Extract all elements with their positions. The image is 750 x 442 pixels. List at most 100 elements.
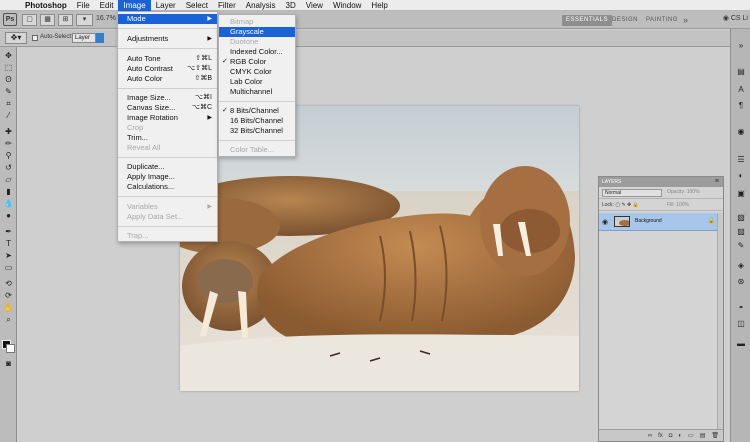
opacity-control[interactable]: Opacity: 100%	[667, 189, 700, 195]
blend-mode-dropdown[interactable]: Normal	[602, 189, 662, 197]
mode-item-duotone[interactable]: Duotone	[219, 37, 295, 47]
quick-select-tool-icon[interactable]: ✎	[3, 87, 14, 96]
auto-select-checkbox[interactable]	[32, 35, 38, 41]
mode-item-lab-color[interactable]: Lab Color	[219, 77, 295, 87]
menu-item-duplicate[interactable]: Duplicate...	[118, 162, 217, 172]
menu-3d[interactable]: 3D	[281, 0, 301, 11]
mode-item-16-bits[interactable]: 16 Bits/Channel	[219, 116, 295, 126]
auto-select-dropdown-arrow-icon[interactable]	[96, 33, 104, 43]
layers-panel-icon[interactable]: ▧	[735, 213, 747, 222]
mode-item-color-table[interactable]: Color Table...	[219, 145, 295, 155]
styles-panel-icon[interactable]: ▣	[735, 189, 747, 198]
brushes-panel-icon[interactable]: ◉	[735, 127, 747, 136]
marquee-tool-icon[interactable]: ⬚	[3, 63, 14, 72]
paragraph-panel-icon[interactable]: ¶	[735, 101, 747, 110]
bridge-icon[interactable]: ▢	[22, 14, 37, 26]
channels-panel-icon[interactable]: ▨	[735, 227, 747, 236]
layers-scrollbar[interactable]	[717, 213, 723, 429]
menu-layer[interactable]: Layer	[151, 0, 181, 11]
navigator-panel-icon[interactable]: ◓	[735, 303, 747, 312]
auto-select-dropdown[interactable]: Layer	[72, 33, 96, 43]
3d-rotate-tool-icon[interactable]: ⟲	[3, 279, 14, 288]
healing-brush-tool-icon[interactable]: ✚	[3, 127, 14, 136]
view-options-icon[interactable]: ▾	[76, 14, 93, 26]
histogram-panel-icon[interactable]: ▬	[735, 339, 747, 348]
clone-stamp-tool-icon[interactable]: ⚲	[3, 151, 14, 160]
adjustments-panel-icon[interactable]: ☰	[735, 155, 747, 164]
eraser-tool-icon[interactable]: ▱	[3, 175, 14, 184]
menu-item-image-size[interactable]: Image Size... ⌥⌘I	[118, 93, 217, 103]
mode-item-8-bits[interactable]: ✓ 8 Bits/Channel	[219, 106, 295, 116]
menu-item-calculations[interactable]: Calculations...	[118, 182, 217, 192]
new-group-icon[interactable]: ▭	[688, 432, 694, 439]
mode-item-bitmap[interactable]: Bitmap	[219, 17, 295, 27]
layer-style-icon[interactable]: fx	[658, 433, 663, 439]
gradient-tool-icon[interactable]: ▮	[3, 187, 14, 196]
fill-control[interactable]: Fill: 100%	[667, 202, 689, 208]
mode-item-rgb-color[interactable]: ✓ RGB Color	[219, 57, 295, 67]
workspace-essentials[interactable]: ESSENTIALS	[562, 15, 613, 26]
add-mask-icon[interactable]: ◘	[669, 433, 673, 439]
crop-tool-icon[interactable]: ⌗	[3, 99, 14, 108]
menu-item-auto-contrast[interactable]: Auto Contrast ⌥⇧⌘L	[118, 64, 217, 74]
mode-item-multichannel[interactable]: Multichannel	[219, 87, 295, 97]
menu-view[interactable]: View	[301, 0, 328, 11]
cs-live-button[interactable]: ◉ CS Li	[723, 14, 748, 22]
history-panel-icon[interactable]: ▤	[735, 67, 747, 76]
mode-item-32-bits[interactable]: 32 Bits/Channel	[219, 126, 295, 136]
3d-orbit-tool-icon[interactable]: ⟳	[3, 291, 14, 300]
menu-item-variables[interactable]: Variables ▶	[118, 202, 217, 212]
menu-help[interactable]: Help	[366, 0, 392, 11]
more-workspaces-button[interactable]: »	[683, 15, 689, 26]
shape-tool-icon[interactable]: ▭	[3, 263, 14, 272]
menu-item-mode[interactable]: Mode ▶	[118, 14, 217, 24]
delete-layer-icon[interactable]: 🗑	[711, 432, 719, 439]
layer-row-background[interactable]: ◉ Background 🔒	[599, 213, 723, 231]
layers-panel-header[interactable]: LAYERS ≡	[599, 177, 723, 187]
3d-panel-icon[interactable]: ◈	[735, 261, 747, 270]
dodge-tool-icon[interactable]: ●	[3, 211, 14, 220]
menu-item-trim[interactable]: Trim...	[118, 133, 217, 143]
app-menu[interactable]: Photoshop	[20, 0, 72, 11]
menu-item-auto-tone[interactable]: Auto Tone ⇧⌘L	[118, 54, 217, 64]
extras-icon[interactable]: ⊞	[58, 14, 73, 26]
menu-analysis[interactable]: Analysis	[241, 0, 281, 11]
link-layers-icon[interactable]: ∞	[648, 433, 652, 439]
lock-controls[interactable]: Lock: ▢ ✎ ✥ 🔒	[602, 202, 639, 208]
visibility-eye-icon[interactable]: ◉	[602, 218, 608, 226]
paths-panel-icon[interactable]: ✎	[735, 241, 747, 250]
move-tool-preset-icon[interactable]: ✥▾	[5, 32, 27, 44]
hand-tool-icon[interactable]: ✋	[3, 303, 14, 312]
menu-item-apply-data-set[interactable]: Apply Data Set...	[118, 212, 217, 222]
background-color-swatch[interactable]	[6, 344, 15, 353]
menu-item-reveal-all[interactable]: Reveal All	[118, 143, 217, 153]
mode-item-cmyk-color[interactable]: CMYK Color	[219, 67, 295, 77]
path-selection-tool-icon[interactable]: ➤	[3, 251, 14, 260]
menu-select[interactable]: Select	[181, 0, 213, 11]
quick-mask-icon[interactable]: ◙	[3, 359, 14, 368]
menu-item-image-rotation[interactable]: Image Rotation ▶	[118, 113, 217, 123]
workspace-design[interactable]: DESIGN	[612, 15, 638, 26]
panel-menu-icon[interactable]: ≡	[715, 177, 719, 187]
eyedropper-tool-icon[interactable]: ⁄	[3, 111, 14, 120]
character-panel-icon[interactable]: A	[735, 85, 747, 94]
zoom-tool-icon[interactable]: ⌕	[3, 315, 14, 324]
workspace-painting[interactable]: PAINTING	[646, 15, 678, 26]
lasso-tool-icon[interactable]: ʘ	[3, 75, 14, 84]
masks-panel-icon[interactable]: ◐	[735, 171, 747, 180]
animation-panel-icon[interactable]: ⊛	[735, 277, 747, 286]
move-tool-icon[interactable]: ✥	[3, 51, 14, 60]
blur-tool-icon[interactable]: 💧	[3, 199, 14, 208]
mode-item-grayscale[interactable]: Grayscale	[219, 27, 295, 37]
menu-item-adjustments[interactable]: Adjustments ▶	[118, 34, 217, 44]
history-brush-tool-icon[interactable]: ↺	[3, 163, 14, 172]
menu-window[interactable]: Window	[328, 0, 366, 11]
info-panel-icon[interactable]: ◫	[735, 319, 747, 328]
menu-item-apply-image[interactable]: Apply Image...	[118, 172, 217, 182]
menu-filter[interactable]: Filter	[213, 0, 241, 11]
menu-image[interactable]: Image	[118, 0, 151, 11]
menu-item-trap[interactable]: Trap...	[118, 231, 217, 241]
pen-tool-icon[interactable]: ✒	[3, 227, 14, 236]
mini-bridge-icon[interactable]: ▦	[40, 14, 55, 26]
menu-item-crop[interactable]: Crop	[118, 123, 217, 133]
